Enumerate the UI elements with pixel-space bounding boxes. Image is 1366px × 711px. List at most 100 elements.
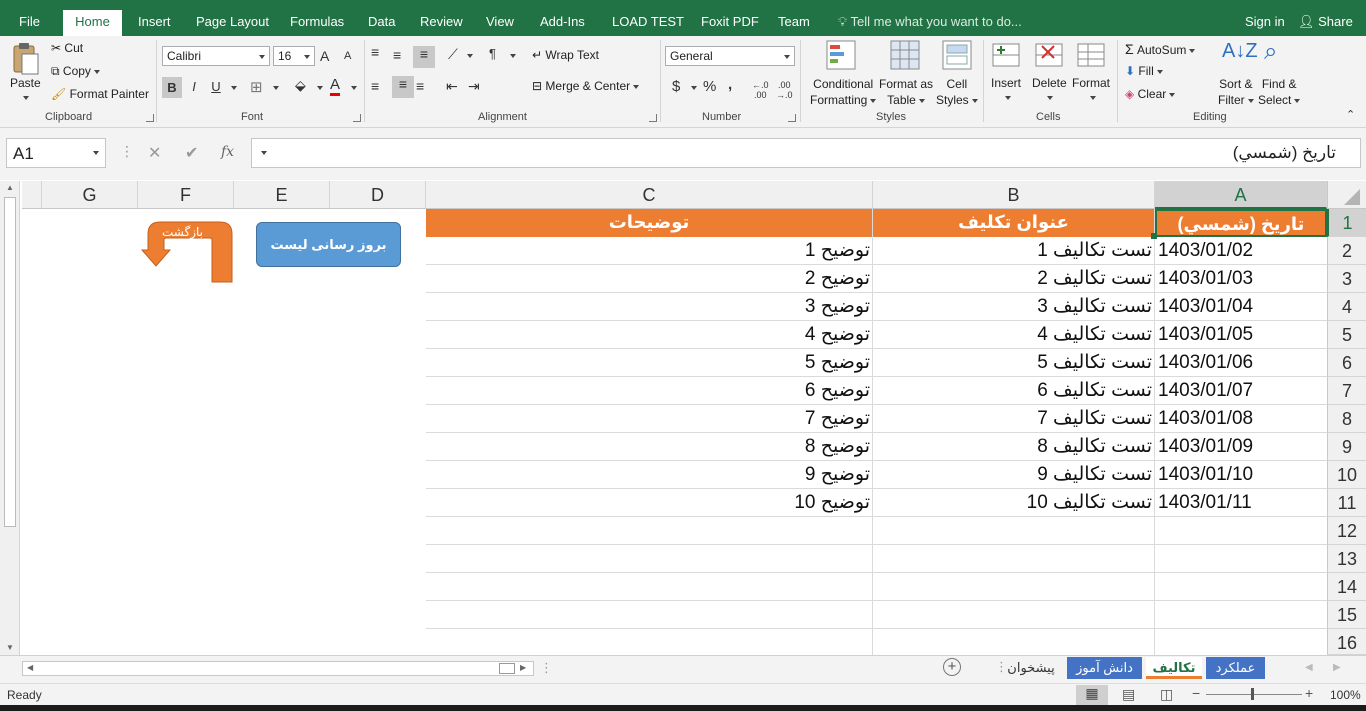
tab-review[interactable]: Review: [420, 14, 463, 30]
tell-me-box[interactable]: 💡︎ Tell me what you want to do...: [838, 14, 1022, 30]
tab-insert[interactable]: Insert: [138, 14, 171, 30]
cell-styles-button[interactable]: Cell Styles: [936, 76, 978, 108]
decrease-decimal-icon[interactable]: .00 →.0: [776, 80, 793, 100]
row-header-6[interactable]: 6: [1327, 349, 1366, 377]
refresh-list-button[interactable]: بروز رسانی لیست: [256, 222, 401, 267]
chevron-down-icon[interactable]: [231, 86, 237, 90]
sort-filter-icon[interactable]: A↓Z: [1222, 40, 1258, 63]
back-button[interactable]: بازگشت: [140, 220, 234, 284]
tab-formulas[interactable]: Formulas: [290, 14, 344, 30]
column-header-c[interactable]: C: [426, 181, 873, 209]
page-layout-view-icon[interactable]: ▤: [1122, 686, 1135, 703]
cell-b3[interactable]: تست تكاليف 2: [873, 265, 1152, 293]
scroll-right-icon[interactable]: ▶: [520, 663, 526, 672]
tab-team[interactable]: Team: [778, 14, 810, 30]
cell-b11[interactable]: تست تكاليف 10: [873, 489, 1152, 517]
cell-b1[interactable]: عنوان تكليف: [873, 209, 1154, 237]
cell-a8[interactable]: 1403/01/08: [1158, 405, 1253, 433]
tab-page-layout[interactable]: Page Layout: [196, 14, 269, 30]
sheet-tab-dashboard[interactable]: پیشخوان: [1000, 657, 1062, 679]
cell-b2[interactable]: تست تكاليف 1: [873, 237, 1152, 265]
cell-c10[interactable]: توضیح 9: [426, 461, 870, 489]
cell-styles-icon[interactable]: [942, 40, 972, 70]
tab-add-ins[interactable]: Add-Ins: [540, 14, 585, 30]
tab-data[interactable]: Data: [368, 14, 395, 30]
cell-b5[interactable]: تست تكاليف 4: [873, 321, 1152, 349]
cell-c7[interactable]: توضیح 6: [426, 377, 870, 405]
row-header-1[interactable]: 1: [1327, 209, 1366, 237]
tab-load-test[interactable]: LOAD TEST: [612, 14, 684, 30]
search-icon[interactable]: ⌕: [1264, 38, 1277, 66]
insert-button[interactable]: Insert: [991, 76, 1021, 90]
cell-a11[interactable]: 1403/01/11: [1158, 489, 1252, 517]
cell-a5[interactable]: 1403/01/05: [1158, 321, 1253, 349]
tab-scroll-right-icon[interactable]: ▶: [1333, 662, 1341, 673]
scrollbar-thumb[interactable]: [499, 663, 515, 674]
scroll-up-icon[interactable]: ▲: [6, 183, 14, 192]
font-name-select[interactable]: Calibri: [162, 46, 270, 66]
number-format-select[interactable]: General: [665, 46, 795, 66]
format-as-table-button[interactable]: Format as Table: [879, 76, 933, 108]
row-header-4[interactable]: 4: [1327, 293, 1366, 321]
chevron-down-icon[interactable]: [1090, 96, 1096, 100]
delete-cells-icon[interactable]: [1034, 40, 1064, 70]
scroll-left-icon[interactable]: ◀: [27, 663, 33, 672]
column-header-d[interactable]: D: [330, 181, 426, 209]
chevron-down-icon[interactable]: [273, 86, 279, 90]
page-break-view-icon[interactable]: ◫: [1160, 686, 1173, 703]
align-center-icon[interactable]: ≡: [392, 76, 414, 98]
cell-c5[interactable]: توضیح 4: [426, 321, 870, 349]
cell-a1[interactable]: تاريخ (شمسي): [1155, 209, 1327, 237]
column-header-a[interactable]: A: [1155, 181, 1327, 209]
delete-button[interactable]: Delete: [1032, 76, 1067, 90]
italic-button[interactable]: I: [186, 79, 202, 94]
dialog-launcher-icon[interactable]: [649, 114, 657, 122]
grow-font-button[interactable]: A: [320, 48, 329, 64]
bold-button[interactable]: B: [162, 77, 182, 98]
chevron-down-icon[interactable]: [691, 86, 697, 90]
percent-button[interactable]: %: [703, 78, 716, 95]
paste-icon[interactable]: [10, 42, 40, 76]
cancel-icon[interactable]: ✕: [148, 143, 161, 163]
borders-icon[interactable]: ⊞: [250, 78, 263, 96]
increase-indent-icon[interactable]: ⇥: [468, 78, 480, 95]
insert-cells-icon[interactable]: [991, 40, 1021, 70]
chevron-down-icon[interactable]: [351, 86, 357, 90]
row-header-14[interactable]: 14: [1327, 573, 1366, 601]
dialog-launcher-icon[interactable]: [353, 114, 361, 122]
row-header-10[interactable]: 10: [1327, 461, 1366, 489]
cell-a7[interactable]: 1403/01/07: [1158, 377, 1253, 405]
chevron-down-icon[interactable]: [23, 96, 29, 100]
sign-in-link[interactable]: Sign in: [1245, 14, 1285, 29]
collapse-ribbon-icon[interactable]: ⌃: [1346, 108, 1355, 121]
dialog-launcher-icon[interactable]: [788, 114, 796, 122]
font-size-select[interactable]: 16: [273, 46, 315, 66]
sheet-tab-assignments[interactable]: تکالیف: [1146, 657, 1202, 679]
chevron-down-icon[interactable]: [467, 54, 473, 58]
cell-c6[interactable]: توضیح 5: [426, 349, 870, 377]
chevron-down-icon[interactable]: [1047, 96, 1053, 100]
orientation-icon[interactable]: ⟋: [448, 46, 458, 63]
row-header-16[interactable]: 16: [1327, 629, 1366, 655]
chevron-down-icon[interactable]: [1005, 96, 1011, 100]
cell-c8[interactable]: توضیح 7: [426, 405, 870, 433]
row-header-8[interactable]: 8: [1327, 405, 1366, 433]
align-top-icon[interactable]: ≡: [371, 44, 379, 60]
column-header-b[interactable]: B: [873, 181, 1155, 209]
cut-button[interactable]: ✂ Cut: [51, 41, 83, 55]
cell-a10[interactable]: 1403/01/10: [1158, 461, 1253, 489]
column-header-f[interactable]: F: [138, 181, 234, 209]
cell-c11[interactable]: توضیح 10: [426, 489, 870, 517]
chevron-down-icon[interactable]: [510, 54, 516, 58]
find-select-button[interactable]: Find & Select: [1258, 76, 1301, 108]
formula-input[interactable]: تاريخ (شمسي): [251, 138, 1361, 168]
cell-a3[interactable]: 1403/01/03: [1158, 265, 1253, 293]
wrap-text-button[interactable]: ↵ Wrap Text: [532, 48, 599, 62]
row-header-12[interactable]: 12: [1327, 517, 1366, 545]
underline-button[interactable]: U: [208, 79, 224, 94]
rtl-paragraph-icon[interactable]: ¶: [489, 46, 496, 61]
cell-b4[interactable]: تست تكاليف 3: [873, 293, 1152, 321]
row-header-15[interactable]: 15: [1327, 601, 1366, 629]
tab-foxit-pdf[interactable]: Foxit PDF: [701, 14, 759, 30]
normal-view-icon[interactable]: ▦: [1076, 685, 1108, 705]
